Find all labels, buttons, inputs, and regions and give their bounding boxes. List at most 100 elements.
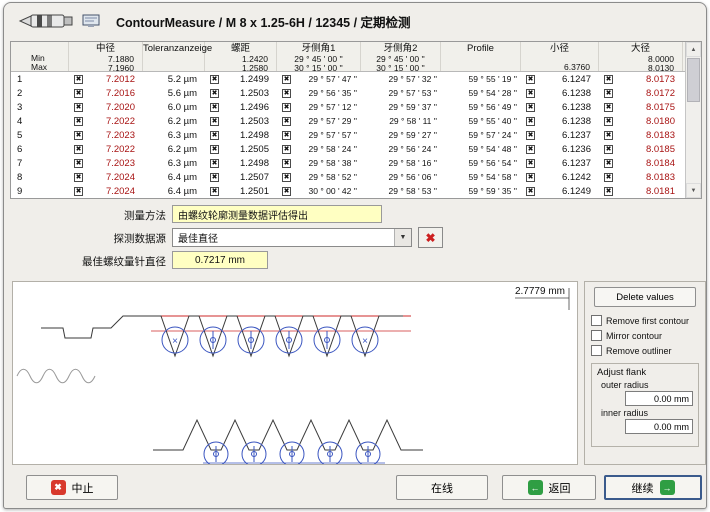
checkbox-icon[interactable] [282, 187, 291, 196]
cell-value-flank-angle2: 29 ° 59 ' 27 '' [389, 130, 441, 140]
cell-value-flank-angle1: 29 ° 56 ' 35 '' [309, 88, 361, 98]
recalculate-button[interactable]: ✖ [418, 227, 443, 248]
cell-value-d2: 7.2022 [106, 144, 143, 155]
checkbox-icon[interactable] [604, 131, 613, 140]
checkbox-icon[interactable] [282, 103, 291, 112]
option-mirror-contour[interactable]: Mirror contour [591, 330, 699, 341]
table-row[interactable]: 1 7.2012 5.2 µm 1.2499 29 ° 57 ' 47 '' 2… [11, 72, 685, 86]
checkbox-icon[interactable] [604, 89, 613, 98]
table-row[interactable]: 9 7.2024 6.4 µm 1.2501 30 ° 00 ' 42 '' 2… [11, 184, 685, 198]
source-dropdown[interactable]: 最佳直径 ▼ [172, 228, 412, 247]
scroll-down-icon[interactable]: ▼ [686, 183, 701, 198]
checkbox-icon[interactable] [210, 103, 219, 112]
checkbox-icon[interactable] [210, 131, 219, 140]
option-remove-first-contour[interactable]: Remove first contour [591, 315, 699, 326]
checkbox-icon[interactable] [526, 131, 535, 140]
next-button[interactable]: 继续 → [604, 475, 702, 500]
chevron-down-icon[interactable]: ▼ [394, 229, 411, 246]
checkbox-icon[interactable] [282, 173, 291, 182]
checkbox-icon[interactable] [210, 117, 219, 126]
outer-radius-input[interactable] [625, 391, 693, 406]
checkbox-icon[interactable] [282, 117, 291, 126]
delete-values-button[interactable]: Delete values [594, 287, 696, 307]
checkbox-icon[interactable] [604, 187, 613, 196]
checkbox-icon[interactable] [591, 330, 602, 341]
checkbox-icon[interactable] [604, 103, 613, 112]
checkbox-icon[interactable] [591, 345, 602, 356]
checkbox-icon[interactable] [604, 159, 613, 168]
checkbox-icon[interactable] [604, 117, 613, 126]
checkbox-icon[interactable] [604, 173, 613, 182]
checkbox-icon[interactable] [210, 159, 219, 168]
checkbox-icon[interactable] [74, 187, 83, 196]
row-number: 1 [11, 74, 22, 85]
checkbox-icon[interactable] [74, 103, 83, 112]
table-header-cell: Profile [441, 42, 521, 71]
checkbox-icon[interactable] [526, 89, 535, 98]
cell-value-d: 8.0181 [646, 186, 683, 197]
checkbox-icon[interactable] [526, 173, 535, 182]
next-label: 继续 [632, 480, 654, 496]
checkbox-icon[interactable] [604, 145, 613, 154]
scrollbar-thumb[interactable] [687, 58, 700, 102]
checkbox-icon[interactable] [74, 75, 83, 84]
table-row[interactable]: 5 7.2023 6.3 µm 1.2498 29 ° 57 ' 57 '' 2… [11, 128, 685, 142]
cell-value-tolerance: 5.6 µm [168, 88, 205, 99]
table-row[interactable]: 4 7.2022 6.2 µm 1.2503 29 ° 57 ' 29 '' 2… [11, 114, 685, 128]
cell-value-flank-angle2: 29 ° 59 ' 37 '' [389, 102, 441, 112]
option-remove-outliner[interactable]: Remove outliner [591, 345, 699, 356]
table-scrollbar[interactable]: ▲ ▼ [685, 42, 701, 198]
cell-value-flank-angle2: 29 ° 56 ' 24 '' [389, 144, 441, 154]
checkbox-icon[interactable] [74, 131, 83, 140]
checkbox-icon[interactable] [74, 89, 83, 98]
cell-value-pitch: 1.2499 [240, 74, 277, 85]
checkbox-icon[interactable] [282, 159, 291, 168]
table-row[interactable]: 8 7.2024 6.4 µm 1.2507 29 ° 58 ' 52 '' 2… [11, 170, 685, 184]
checkbox-icon[interactable] [282, 75, 291, 84]
scrollbar-track[interactable] [686, 57, 701, 183]
cell-value-flank-angle1: 29 ° 58 ' 24 '' [309, 144, 361, 154]
row-number: 6 [11, 144, 22, 155]
checkbox-icon[interactable] [210, 145, 219, 154]
online-button[interactable]: 在线 [396, 475, 488, 500]
checkbox-icon[interactable] [282, 89, 291, 98]
checkbox-icon[interactable] [282, 145, 291, 154]
cell-value-d2: 7.2012 [106, 74, 143, 85]
checkbox-icon[interactable] [282, 131, 291, 140]
cell-value-d1: 6.1238 [562, 116, 599, 127]
table-row[interactable]: 2 7.2016 5.6 µm 1.2503 29 ° 56 ' 35 '' 2… [11, 86, 685, 100]
checkbox-icon[interactable] [526, 117, 535, 126]
checkbox-icon[interactable] [210, 173, 219, 182]
checkbox-icon[interactable] [210, 75, 219, 84]
table-header-cell: 牙侧角2 29 ° 45 ' 00 '' 30 ° 15 ' 00 '' [361, 42, 441, 71]
abort-button[interactable]: ✖ 中止 [26, 475, 118, 500]
scroll-up-icon[interactable]: ▲ [686, 42, 701, 57]
checkbox-icon[interactable] [74, 117, 83, 126]
table-row[interactable]: 3 7.2020 6.0 µm 1.2496 29 ° 57 ' 12 '' 2… [11, 100, 685, 114]
checkbox-icon[interactable] [526, 75, 535, 84]
table-row[interactable]: 7 7.2023 6.3 µm 1.2498 29 ° 58 ' 38 '' 2… [11, 156, 685, 170]
cell-value-pitch: 1.2505 [240, 144, 277, 155]
inner-radius-input[interactable] [625, 419, 693, 434]
checkbox-icon[interactable] [210, 187, 219, 196]
cell-value-flank-angle1: 29 ° 57 ' 29 '' [309, 116, 361, 126]
source-label: 探测数据源 [14, 231, 166, 246]
checkbox-icon[interactable] [74, 159, 83, 168]
checkbox-icon[interactable] [604, 75, 613, 84]
contour-plot[interactable]: × × 2.7 [12, 281, 578, 465]
checkbox-icon[interactable] [526, 103, 535, 112]
checkbox-icon[interactable] [526, 145, 535, 154]
back-button[interactable]: ← 返回 [502, 475, 596, 500]
table-header: Min Max 中径 7.1880 7.1960 Toleranzanzeige… [11, 42, 685, 72]
checkbox-icon[interactable] [74, 173, 83, 182]
table-row[interactable]: 6 7.2022 6.2 µm 1.2505 29 ° 58 ' 24 '' 2… [11, 142, 685, 156]
checkbox-icon[interactable] [526, 159, 535, 168]
checkbox-icon[interactable] [210, 89, 219, 98]
checkbox-icon[interactable] [591, 315, 602, 326]
column-max: 8.0130 [599, 64, 682, 73]
cell-value-d: 8.0183 [646, 172, 683, 183]
cell-value-d2: 7.2024 [106, 172, 143, 183]
checkbox-icon[interactable] [74, 145, 83, 154]
table-header-cell: Min Max [11, 42, 69, 71]
checkbox-icon[interactable] [526, 187, 535, 196]
